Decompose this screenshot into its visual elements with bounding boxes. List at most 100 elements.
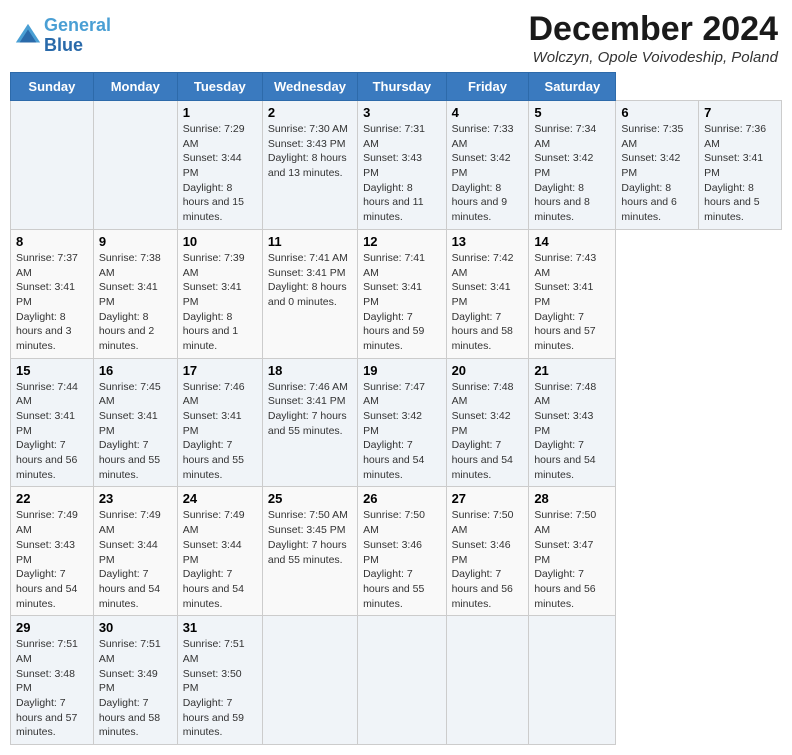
day-number: 27 <box>452 491 524 506</box>
day-info: Sunrise: 7:43 AMSunset: 3:41 PMDaylight:… <box>534 251 610 354</box>
day-header-thursday: Thursday <box>358 73 447 101</box>
week-row-3: 15Sunrise: 7:44 AMSunset: 3:41 PMDayligh… <box>11 358 782 487</box>
day-info: Sunrise: 7:37 AMSunset: 3:41 PMDaylight:… <box>16 251 88 354</box>
calendar-cell: 14 Sunrise: 7:43 AMSunset: 3:41 PMDayligh… <box>529 229 616 358</box>
day-header-wednesday: Wednesday <box>262 73 357 101</box>
day-number: 31 <box>183 620 257 635</box>
calendar-cell <box>358 616 447 745</box>
page-title: December 2024 <box>528 10 778 49</box>
header-row: SundayMondayTuesdayWednesdayThursdayFrid… <box>11 73 782 101</box>
calendar-cell: 31 Sunrise: 7:51 AMSunset: 3:50 PMDayligh… <box>177 616 262 745</box>
day-number: 9 <box>99 234 172 249</box>
calendar-cell: 15Sunrise: 7:44 AMSunset: 3:41 PMDayligh… <box>11 358 94 487</box>
page-header: General Blue December 2024 Wolczyn, Opol… <box>10 10 782 66</box>
calendar-cell: 18Sunrise: 7:46 AMSunset: 3:41 PMDayligh… <box>262 358 357 487</box>
page-subtitle: Wolczyn, Opole Voivodeship, Poland <box>528 49 778 66</box>
calendar-cell: 26 Sunrise: 7:50 AMSunset: 3:46 PMDayligh… <box>358 487 447 616</box>
day-info: Sunrise: 7:49 AMSunset: 3:44 PMDaylight:… <box>183 508 257 611</box>
day-info: Sunrise: 7:49 AMSunset: 3:43 PMDaylight:… <box>16 508 88 611</box>
day-number: 7 <box>704 105 776 120</box>
day-info: Sunrise: 7:47 AMSunset: 3:42 PMDaylight:… <box>363 380 441 483</box>
day-number: 15 <box>16 363 88 378</box>
calendar-cell: 11 Sunrise: 7:41 AMSunset: 3:41 PMDayligh… <box>262 229 357 358</box>
calendar-cell: 29 Sunrise: 7:51 AMSunset: 3:48 PMDayligh… <box>11 616 94 745</box>
day-number: 5 <box>534 105 610 120</box>
day-info: Sunrise: 7:46 AMSunset: 3:41 PMDaylight:… <box>268 380 352 439</box>
day-number: 4 <box>452 105 524 120</box>
day-number: 24 <box>183 491 257 506</box>
calendar-cell: 27 Sunrise: 7:50 AMSunset: 3:46 PMDayligh… <box>446 487 529 616</box>
day-info: Sunrise: 7:50 AMSunset: 3:46 PMDaylight:… <box>452 508 524 611</box>
day-number: 1 <box>183 105 257 120</box>
logo: General Blue <box>14 16 111 56</box>
day-info: Sunrise: 7:42 AMSunset: 3:41 PMDaylight:… <box>452 251 524 354</box>
day-info: Sunrise: 7:36 AMSunset: 3:41 PMDaylight:… <box>704 122 776 225</box>
day-number: 13 <box>452 234 524 249</box>
day-info: Sunrise: 7:50 AMSunset: 3:47 PMDaylight:… <box>534 508 610 611</box>
calendar-cell: 13 Sunrise: 7:42 AMSunset: 3:41 PMDayligh… <box>446 229 529 358</box>
day-number: 21 <box>534 363 610 378</box>
calendar-cell <box>11 101 94 230</box>
day-number: 14 <box>534 234 610 249</box>
calendar-cell: 3Sunrise: 7:31 AMSunset: 3:43 PMDaylight… <box>358 101 447 230</box>
calendar-cell: 9 Sunrise: 7:38 AMSunset: 3:41 PMDaylight… <box>93 229 177 358</box>
day-info: Sunrise: 7:38 AMSunset: 3:41 PMDaylight:… <box>99 251 172 354</box>
day-number: 22 <box>16 491 88 506</box>
day-number: 20 <box>452 363 524 378</box>
day-number: 29 <box>16 620 88 635</box>
calendar-cell: 16 Sunrise: 7:45 AMSunset: 3:41 PMDayligh… <box>93 358 177 487</box>
day-number: 19 <box>363 363 441 378</box>
calendar-cell: 23Sunrise: 7:49 AMSunset: 3:44 PMDayligh… <box>93 487 177 616</box>
day-info: Sunrise: 7:48 AMSunset: 3:42 PMDaylight:… <box>452 380 524 483</box>
day-number: 8 <box>16 234 88 249</box>
day-info: Sunrise: 7:35 AMSunset: 3:42 PMDaylight:… <box>621 122 693 225</box>
week-row-2: 8 Sunrise: 7:37 AMSunset: 3:41 PMDaylight… <box>11 229 782 358</box>
calendar-cell: 28 Sunrise: 7:50 AMSunset: 3:47 PMDayligh… <box>529 487 616 616</box>
calendar-cell: 7 Sunrise: 7:36 AMSunset: 3:41 PMDaylight… <box>699 101 782 230</box>
day-number: 16 <box>99 363 172 378</box>
day-header-saturday: Saturday <box>529 73 616 101</box>
calendar-cell: 8 Sunrise: 7:37 AMSunset: 3:41 PMDaylight… <box>11 229 94 358</box>
day-number: 2 <box>268 105 352 120</box>
calendar-cell: 19 Sunrise: 7:47 AMSunset: 3:42 PMDayligh… <box>358 358 447 487</box>
day-number: 12 <box>363 234 441 249</box>
calendar-cell: 10Sunrise: 7:39 AMSunset: 3:41 PMDayligh… <box>177 229 262 358</box>
calendar-cell: 6Sunrise: 7:35 AMSunset: 3:42 PMDaylight… <box>616 101 699 230</box>
logo-text: General Blue <box>44 16 111 56</box>
day-info: Sunrise: 7:41 AMSunset: 3:41 PMDaylight:… <box>268 251 352 310</box>
day-info: Sunrise: 7:41 AMSunset: 3:41 PMDaylight:… <box>363 251 441 354</box>
calendar-cell: 20 Sunrise: 7:48 AMSunset: 3:42 PMDayligh… <box>446 358 529 487</box>
day-number: 11 <box>268 234 352 249</box>
week-row-1: 1Sunrise: 7:29 AMSunset: 3:44 PMDaylight… <box>11 101 782 230</box>
day-info: Sunrise: 7:34 AMSunset: 3:42 PMDaylight:… <box>534 122 610 225</box>
calendar-cell <box>446 616 529 745</box>
day-info: Sunrise: 7:46 AMSunset: 3:41 PMDaylight:… <box>183 380 257 483</box>
day-header-tuesday: Tuesday <box>177 73 262 101</box>
day-number: 30 <box>99 620 172 635</box>
day-info: Sunrise: 7:49 AMSunset: 3:44 PMDaylight:… <box>99 508 172 611</box>
calendar-cell: 12 Sunrise: 7:41 AMSunset: 3:41 PMDayligh… <box>358 229 447 358</box>
calendar-cell: 17Sunrise: 7:46 AMSunset: 3:41 PMDayligh… <box>177 358 262 487</box>
calendar-cell: 2 Sunrise: 7:30 AMSunset: 3:43 PMDaylight… <box>262 101 357 230</box>
day-info: Sunrise: 7:33 AMSunset: 3:42 PMDaylight:… <box>452 122 524 225</box>
day-number: 26 <box>363 491 441 506</box>
day-info: Sunrise: 7:50 AMSunset: 3:45 PMDaylight:… <box>268 508 352 567</box>
day-info: Sunrise: 7:45 AMSunset: 3:41 PMDaylight:… <box>99 380 172 483</box>
calendar-cell: 1Sunrise: 7:29 AMSunset: 3:44 PMDaylight… <box>177 101 262 230</box>
day-header-friday: Friday <box>446 73 529 101</box>
calendar-cell: 24 Sunrise: 7:49 AMSunset: 3:44 PMDayligh… <box>177 487 262 616</box>
day-number: 10 <box>183 234 257 249</box>
day-number: 28 <box>534 491 610 506</box>
calendar-table: SundayMondayTuesdayWednesdayThursdayFrid… <box>10 72 782 745</box>
day-info: Sunrise: 7:50 AMSunset: 3:46 PMDaylight:… <box>363 508 441 611</box>
calendar-cell: 22 Sunrise: 7:49 AMSunset: 3:43 PMDayligh… <box>11 487 94 616</box>
day-number: 25 <box>268 491 352 506</box>
day-info: Sunrise: 7:30 AMSunset: 3:43 PMDaylight:… <box>268 122 352 181</box>
title-block: December 2024 Wolczyn, Opole Voivodeship… <box>528 10 778 66</box>
day-info: Sunrise: 7:51 AMSunset: 3:50 PMDaylight:… <box>183 637 257 740</box>
calendar-cell <box>529 616 616 745</box>
day-info: Sunrise: 7:51 AMSunset: 3:48 PMDaylight:… <box>16 637 88 740</box>
calendar-cell: 25 Sunrise: 7:50 AMSunset: 3:45 PMDayligh… <box>262 487 357 616</box>
day-info: Sunrise: 7:48 AMSunset: 3:43 PMDaylight:… <box>534 380 610 483</box>
day-info: Sunrise: 7:31 AMSunset: 3:43 PMDaylight:… <box>363 122 441 225</box>
